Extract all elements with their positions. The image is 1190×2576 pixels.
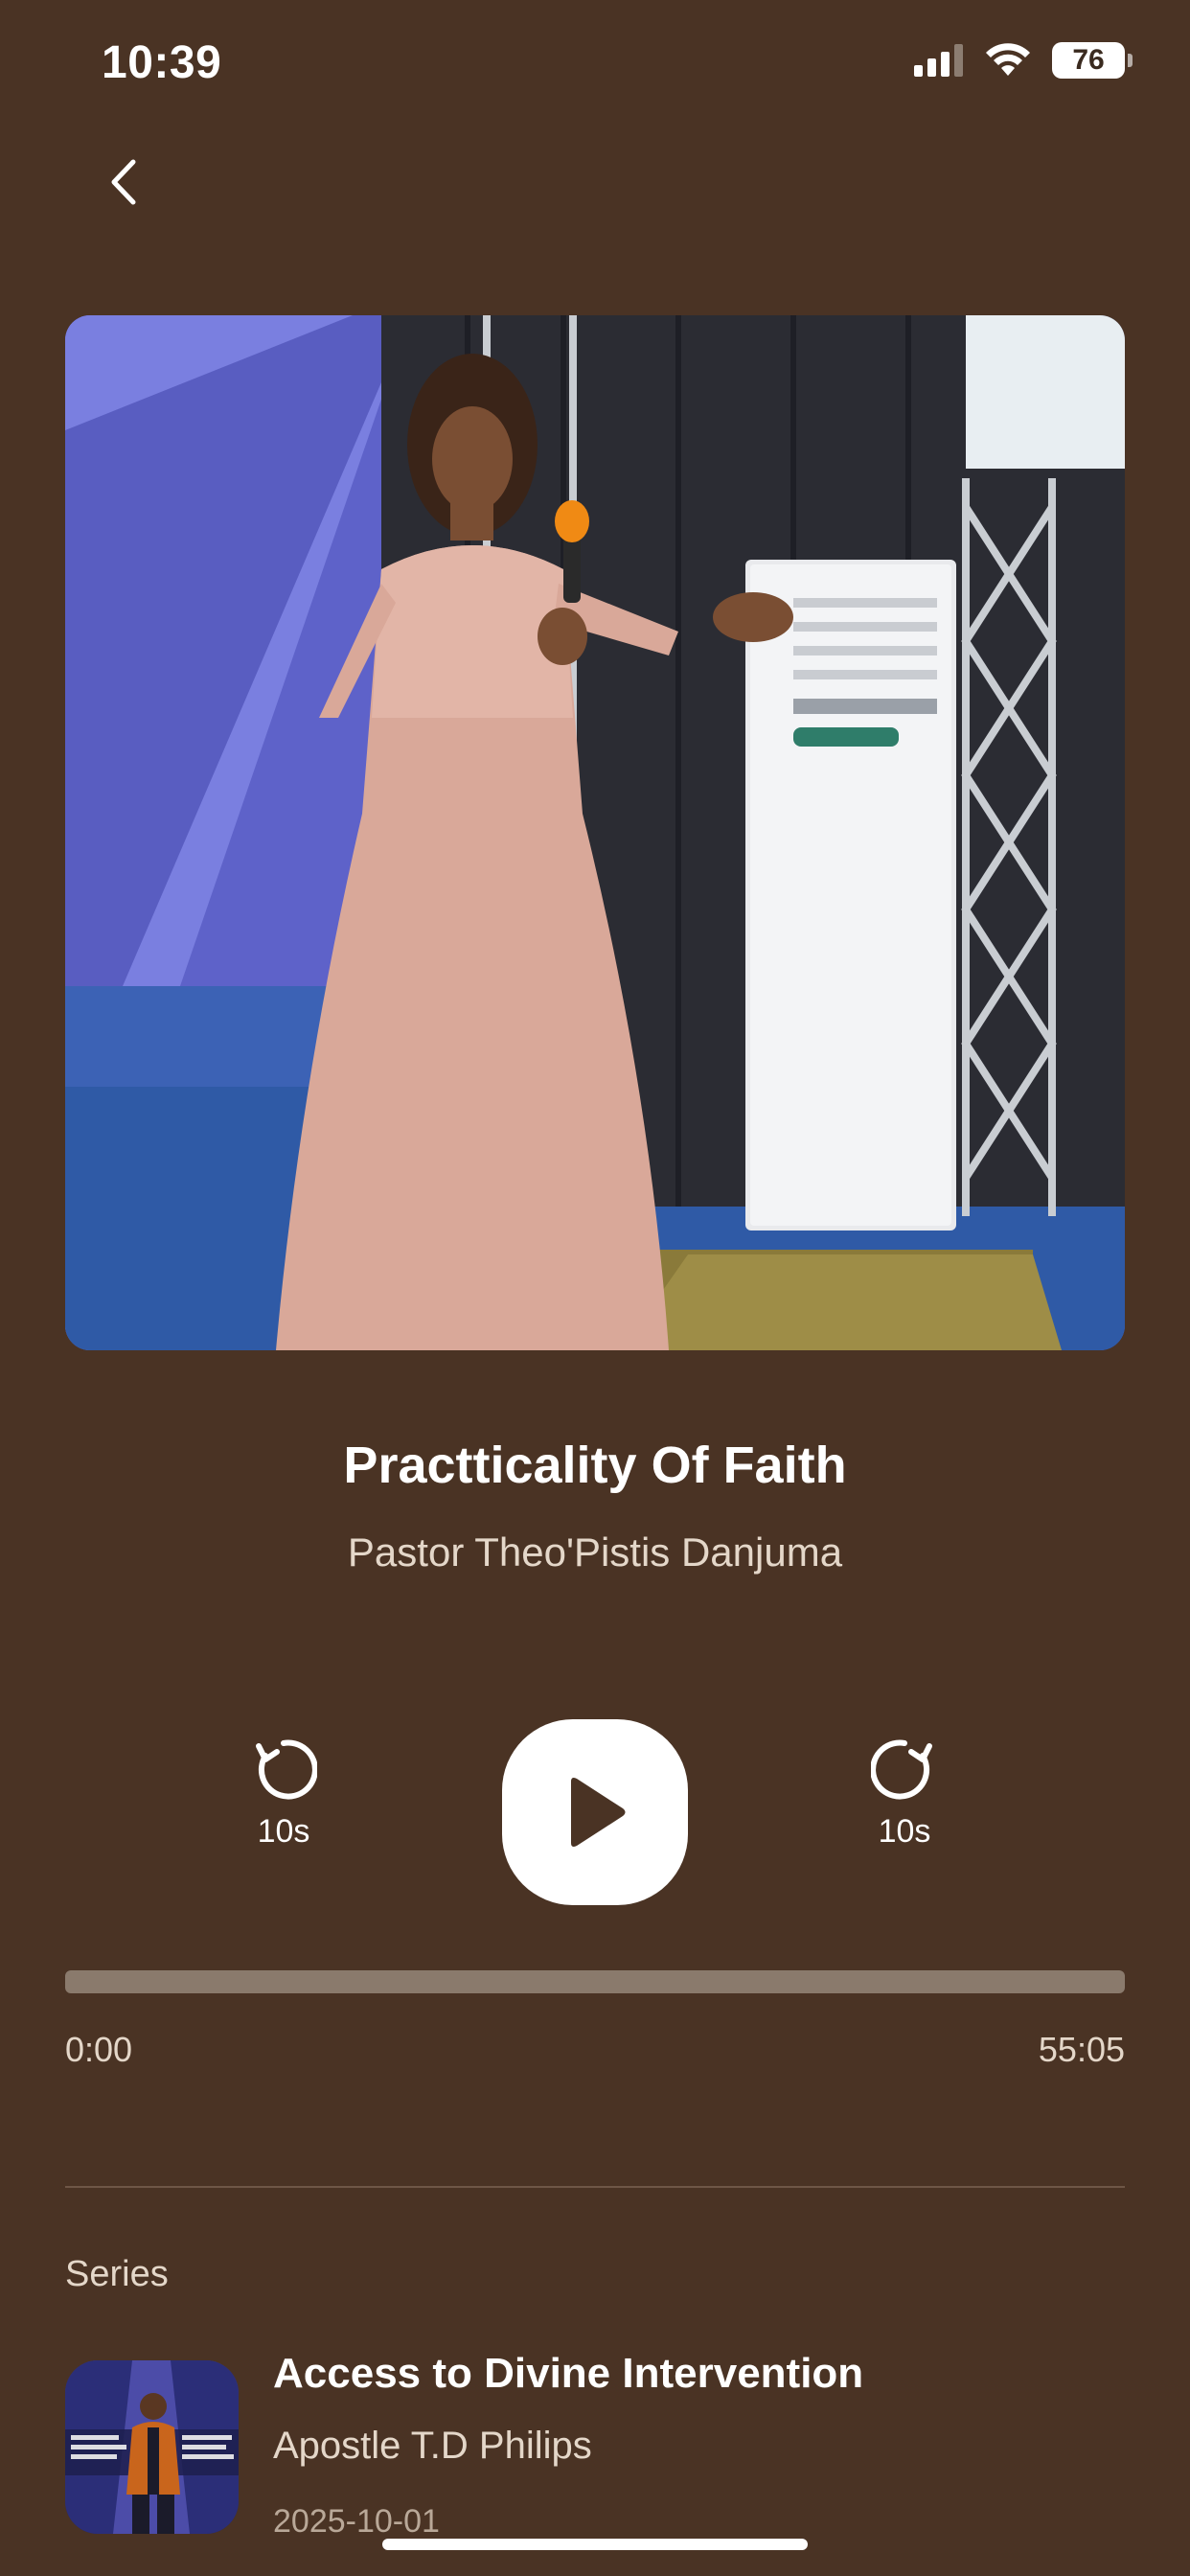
- status-time: 10:39: [102, 37, 222, 88]
- section-divider: [65, 2186, 1125, 2188]
- series-item-date: 2025-10-01: [273, 2503, 440, 2540]
- progress-bar[interactable]: [65, 1970, 1125, 1993]
- total-duration: 55:05: [1038, 2030, 1125, 2069]
- rewind-10s-button[interactable]: 10s: [236, 1736, 332, 1851]
- forward-label: 10s: [878, 1813, 931, 1850]
- episode-artwork: [65, 315, 1125, 1350]
- play-icon: [571, 1778, 626, 1847]
- series-thumbnail[interactable]: [65, 2360, 239, 2534]
- series-thumbnail-illustration: [65, 2360, 239, 2534]
- track-artist: Pastor Theo'Pistis Danjuma: [347, 1530, 843, 1575]
- home-indicator[interactable]: [382, 2539, 808, 2550]
- battery-level: 76: [1072, 44, 1105, 76]
- current-time: 0:00: [65, 2030, 133, 2069]
- rewind-label: 10s: [257, 1813, 310, 1850]
- battery-indicator: 76: [1052, 42, 1133, 79]
- fast-forward-icon: [871, 1739, 932, 1800]
- cellular-signal-icon: [914, 44, 963, 77]
- track-title: Practticality Of Faith: [343, 1437, 847, 1494]
- back-button[interactable]: [94, 153, 151, 211]
- series-item-artist: Apostle T.D Philips: [273, 2425, 592, 2467]
- play-button[interactable]: [502, 1719, 688, 1905]
- series-item-title[interactable]: Access to Divine Intervention: [273, 2350, 863, 2398]
- rewind-icon: [256, 1739, 317, 1800]
- status-icons: 76: [914, 42, 1133, 79]
- series-heading: Series: [65, 2254, 169, 2294]
- wifi-icon: [986, 43, 1030, 76]
- chevron-left-icon: [111, 159, 136, 205]
- artwork-illustration: [65, 315, 1125, 1350]
- forward-10s-button[interactable]: 10s: [857, 1736, 952, 1851]
